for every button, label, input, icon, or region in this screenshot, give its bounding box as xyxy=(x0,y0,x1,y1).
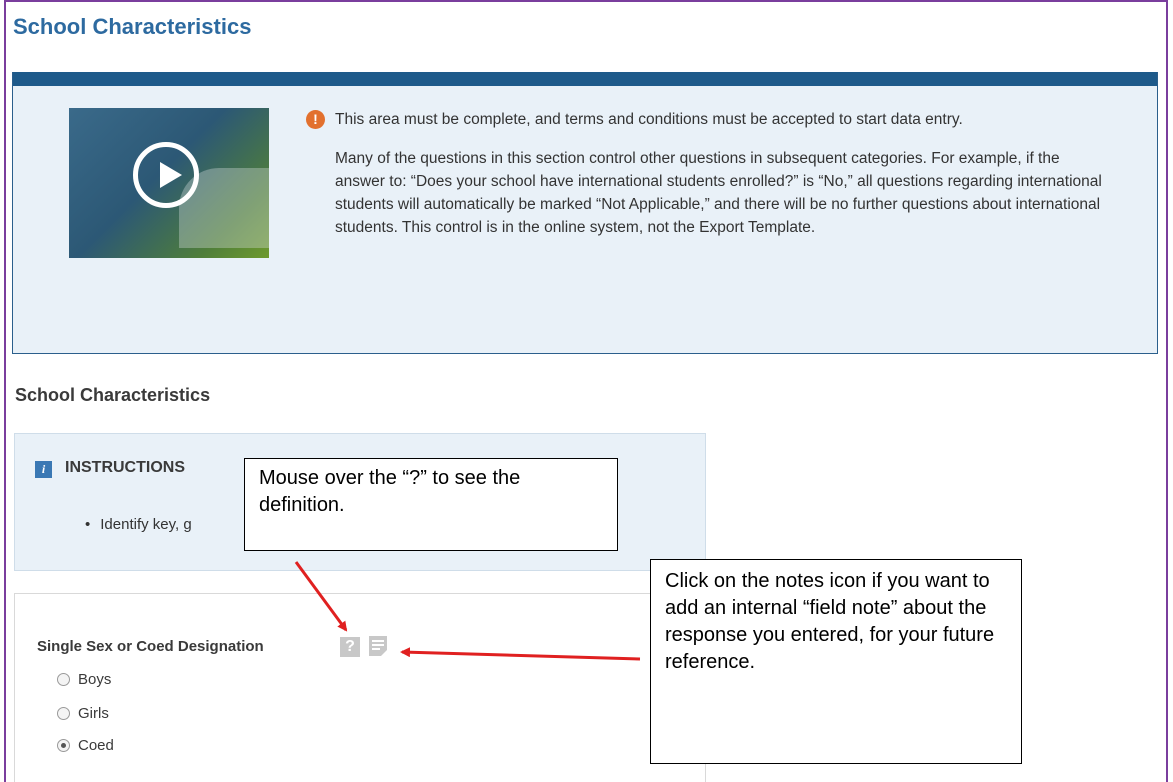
notes-icon[interactable] xyxy=(369,636,387,656)
instructions-title: INSTRUCTIONS xyxy=(65,459,185,476)
exclamation-icon: ! xyxy=(306,110,325,129)
page-title: School Characteristics xyxy=(13,14,252,39)
info-icon: i xyxy=(35,461,52,478)
option-label: Coed xyxy=(78,737,114,754)
option-label: Boys xyxy=(78,671,112,688)
option-boys[interactable]: Boys xyxy=(57,671,111,688)
help-icon[interactable]: ? xyxy=(340,637,360,657)
radio-boys[interactable] xyxy=(57,673,70,686)
question-box: Single Sex or Coed Designation ? Boys Gi… xyxy=(14,593,706,782)
question-label: Single Sex or Coed Designation xyxy=(37,638,264,655)
alert-required-text: This area must be complete, and terms an… xyxy=(335,111,963,128)
help-callout: Mouse over the “?” to see the definition… xyxy=(244,458,618,551)
bullet-icon: • xyxy=(85,516,91,533)
video-thumbnail[interactable] xyxy=(69,108,269,258)
option-girls[interactable]: Girls xyxy=(57,705,109,722)
radio-girls[interactable] xyxy=(57,707,70,720)
play-icon[interactable] xyxy=(133,142,199,208)
notes-callout: Click on the notes icon if you want to a… xyxy=(650,559,1022,764)
alert-message: This area must be complete, and terms an… xyxy=(335,108,1105,255)
panel-header-bar xyxy=(13,72,1157,86)
info-panel: ! This area must be complete, and terms … xyxy=(12,72,1158,354)
option-coed[interactable]: Coed xyxy=(57,737,114,754)
instruction-item: Identify key, g xyxy=(100,516,192,533)
option-label: Girls xyxy=(78,705,109,722)
alert-description-text: Many of the questions in this section co… xyxy=(335,150,1102,236)
radio-coed[interactable] xyxy=(57,739,70,752)
section-title: School Characteristics xyxy=(15,385,211,405)
